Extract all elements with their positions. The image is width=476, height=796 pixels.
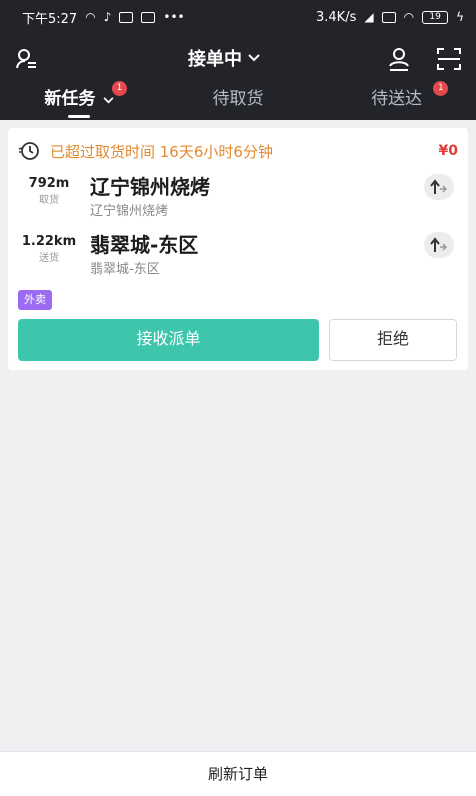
overdue-warning-text: 已超过取货时间 16天6小时6分钟 [50,142,273,161]
tab-badge: 1 [433,81,449,96]
delivery-address: 翡翠城-东区 [90,262,160,277]
tab-label: 待送达 [371,89,423,109]
navigation-arrow-icon [430,237,448,252]
delivery-distance: 1.22km [21,234,77,249]
navigation-arrow-icon [430,179,448,194]
tab-badge: 1 [112,81,127,96]
tiktok-icon: ♪ [103,10,112,24]
status-selector[interactable]: 接单中 [188,45,260,71]
sim-icon [381,11,396,23]
wifi-icon: ◠ [403,10,415,24]
user-location-icon[interactable] [386,46,412,72]
charging-icon: ϟ [456,10,464,24]
overdue-warning-row: 已超过取货时间 16天6小时6分钟 ¥0 [18,140,458,162]
pickup-row: 792m 取货 辽宁锦州烧烤 辽宁锦州烧烤 [18,174,458,226]
order-type-tag: 外卖 [18,290,52,310]
delivery-distance-block: 1.22km 送货 [18,232,80,266]
pickup-name: 辽宁锦州烧烤 [90,175,210,199]
reject-order-button[interactable]: 拒绝 [329,319,457,361]
page-title: 接单中 [188,49,242,70]
delivery-label: 送货 [39,253,59,264]
top-bar: 下午5:27 ◠ ♪ ••• 3.4K/s ◢ ◠ 19 ϟ 接单中 新任务 1… [0,0,476,120]
tab-new-tasks[interactable]: 新任务 1 [0,81,159,120]
pickup-address: 辽宁锦州烧烤 [90,204,169,219]
scan-icon[interactable] [436,46,462,72]
android-icon: ◠ [85,10,96,24]
network-speed: 3.4K/s [316,9,357,25]
accept-order-button[interactable]: 接收派单 [18,319,319,361]
active-tab-indicator [68,115,91,118]
pickup-navigate-button[interactable] [424,174,454,200]
tab-label: 新任务 [44,89,96,109]
signal-icon: ◢ [364,10,374,24]
battery-icon: 19 [422,10,449,24]
chevron-down-icon [103,97,114,104]
pickup-distance-block: 792m 取货 [18,174,80,208]
status-bar: 下午5:27 ◠ ♪ ••• 3.4K/s ◢ ◠ 19 ϟ [0,0,476,34]
refresh-orders-button[interactable]: 刷新订单 [0,751,476,796]
chevron-down-icon [248,54,260,62]
tab-label: 待取货 [212,89,264,109]
delivery-row: 1.22km 送货 翡翠城-东区 翡翠城-东区 [18,232,458,284]
more-dots-icon: ••• [163,10,185,24]
person-list-icon[interactable] [14,46,40,72]
delivery-name: 翡翠城-东区 [90,233,199,257]
nav-row: 接单中 [0,38,476,80]
pickup-label: 取货 [39,195,59,206]
tab-awaiting-delivery[interactable]: 待送达 1 [317,81,476,120]
clock-icon [18,142,39,160]
order-card[interactable]: 已超过取货时间 16天6小时6分钟 ¥0 792m 取货 辽宁锦州烧烤 辽宁锦州… [8,128,468,370]
status-time: 下午5:27 [22,11,78,27]
pickup-distance: 792m [28,176,70,191]
message-icon [141,11,156,23]
tab-awaiting-pickup[interactable]: 待取货 [159,84,318,120]
task-tabs: 新任务 1 待取货 待送达 1 [0,81,476,120]
delivery-navigate-button[interactable] [424,232,454,258]
notification-icon [119,11,134,23]
order-price: ¥0 [438,143,458,159]
